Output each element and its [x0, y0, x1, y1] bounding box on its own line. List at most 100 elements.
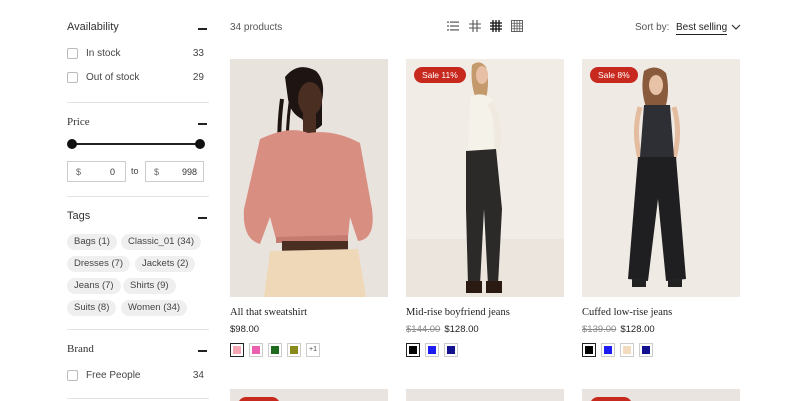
sale-badge: Sale 11%: [414, 67, 466, 83]
filter-label: Free People: [86, 370, 141, 381]
color-swatch[interactable]: [249, 343, 263, 357]
color-swatch[interactable]: [582, 343, 596, 357]
sort-select[interactable]: Best selling: [676, 22, 728, 35]
price-slider-track[interactable]: [71, 143, 199, 145]
swatch-color: [623, 346, 631, 354]
filter-out-of-stock[interactable]: Out of stock 29: [67, 71, 204, 85]
tag-classic[interactable]: Classic_01 (34): [121, 234, 201, 250]
filter-in-stock[interactable]: In stock 33: [67, 47, 204, 61]
product-price: $144.00 $128.00: [406, 324, 479, 335]
product-photo: [406, 59, 564, 297]
filter-count: 33: [192, 48, 204, 59]
product-photo: [582, 59, 740, 297]
color-swatch[interactable]: [406, 343, 420, 357]
product-image[interactable]: [582, 389, 740, 401]
price-slider-max-handle[interactable]: [195, 139, 205, 149]
filter-free-people[interactable]: Free People 34: [67, 369, 204, 383]
original-price: $139.00: [582, 324, 617, 335]
tags-title: Tags: [67, 210, 91, 222]
product-count: 34 products: [230, 22, 283, 33]
tag-dresses[interactable]: Dresses (7): [67, 256, 131, 272]
collapse-icon[interactable]: [198, 28, 207, 30]
color-swatch[interactable]: [620, 343, 634, 357]
brand-title: Brand: [67, 343, 94, 355]
product-title[interactable]: All that sweatshirt: [230, 307, 307, 318]
swatch-color: [642, 346, 650, 354]
product-image[interactable]: [230, 389, 388, 401]
swatch-color: [428, 346, 436, 354]
availability-header[interactable]: Availability: [67, 21, 209, 37]
sale-badge: [238, 397, 280, 401]
divider: [67, 102, 209, 103]
chevron-down-icon[interactable]: [730, 21, 742, 33]
swatch-color: [409, 346, 417, 354]
color-swatch[interactable]: [444, 343, 458, 357]
divider: [67, 196, 209, 197]
product-title[interactable]: Mid-rise boyfriend jeans: [406, 307, 510, 318]
product-image[interactable]: [230, 59, 388, 297]
color-swatch[interactable]: [268, 343, 282, 357]
price-slider-min-handle[interactable]: [67, 139, 77, 149]
swatch-color: [604, 346, 612, 354]
divider: [67, 398, 209, 399]
color-swatch[interactable]: [601, 343, 615, 357]
sort-label: Sort by:: [635, 22, 670, 33]
tag-suits[interactable]: Suits (8): [67, 300, 117, 316]
price-max-value: 998: [181, 167, 197, 177]
color-swatch[interactable]: [425, 343, 439, 357]
grid-4-icon[interactable]: [511, 20, 523, 32]
filter-count: 34: [192, 370, 204, 381]
product-price: $98.00: [230, 324, 259, 335]
current-price: $128.00: [444, 324, 479, 335]
current-price: $128.00: [620, 324, 655, 335]
grid-2-icon[interactable]: [469, 20, 481, 32]
tag-women[interactable]: Women (34): [121, 300, 188, 316]
tag-bags[interactable]: Bags (1): [67, 234, 117, 250]
price-title: Price: [67, 116, 90, 128]
tag-shirts[interactable]: Shirts (9): [123, 278, 176, 294]
collapse-icon[interactable]: [198, 123, 207, 125]
price-header[interactable]: Price: [67, 116, 209, 132]
swatch-color: [290, 346, 298, 354]
sale-badge: [590, 397, 632, 401]
product-image[interactable]: [406, 389, 564, 401]
price-to-label: to: [131, 166, 139, 176]
product-title[interactable]: Cuffed low-rise jeans: [582, 307, 672, 318]
price-min-input[interactable]: $ 0: [67, 161, 126, 182]
sale-badge: Sale 8%: [590, 67, 638, 83]
more-colors[interactable]: +1: [306, 343, 320, 357]
tags-header[interactable]: Tags: [67, 210, 209, 226]
product-image[interactable]: Sale 11%: [406, 59, 564, 297]
checkbox[interactable]: [67, 72, 78, 83]
color-swatch[interactable]: [639, 343, 653, 357]
product-price: $139.00 $128.00: [582, 324, 655, 335]
product-image[interactable]: Sale 8%: [582, 59, 740, 297]
filter-count: 29: [192, 72, 204, 83]
price-min-value: 0: [109, 167, 115, 177]
swatch-color: [233, 346, 241, 354]
color-swatch[interactable]: [230, 343, 244, 357]
filter-label: Out of stock: [86, 72, 140, 83]
divider: [67, 329, 209, 330]
swatch-color: [252, 346, 260, 354]
currency-symbol: $: [76, 167, 82, 177]
color-swatch[interactable]: [287, 343, 301, 357]
price-max-input[interactable]: $ 998: [145, 161, 204, 182]
checkbox[interactable]: [67, 370, 78, 381]
swatch-color: [585, 346, 593, 354]
original-price: $144.00: [406, 324, 441, 335]
product-photo: [230, 59, 388, 297]
collapse-icon[interactable]: [198, 217, 207, 219]
checkbox[interactable]: [67, 48, 78, 59]
swatch-color: [447, 346, 455, 354]
filter-label: In stock: [86, 48, 121, 59]
tag-jackets[interactable]: Jackets (2): [135, 256, 196, 272]
grid-3-icon[interactable]: [490, 20, 502, 32]
collapse-icon[interactable]: [198, 350, 207, 352]
swatch-color: [271, 346, 279, 354]
list-view-icon[interactable]: [447, 20, 459, 32]
brand-header[interactable]: Brand: [67, 343, 209, 359]
currency-symbol: $: [154, 167, 160, 177]
availability-title: Availability: [67, 21, 119, 33]
tag-jeans[interactable]: Jeans (7): [67, 278, 121, 294]
